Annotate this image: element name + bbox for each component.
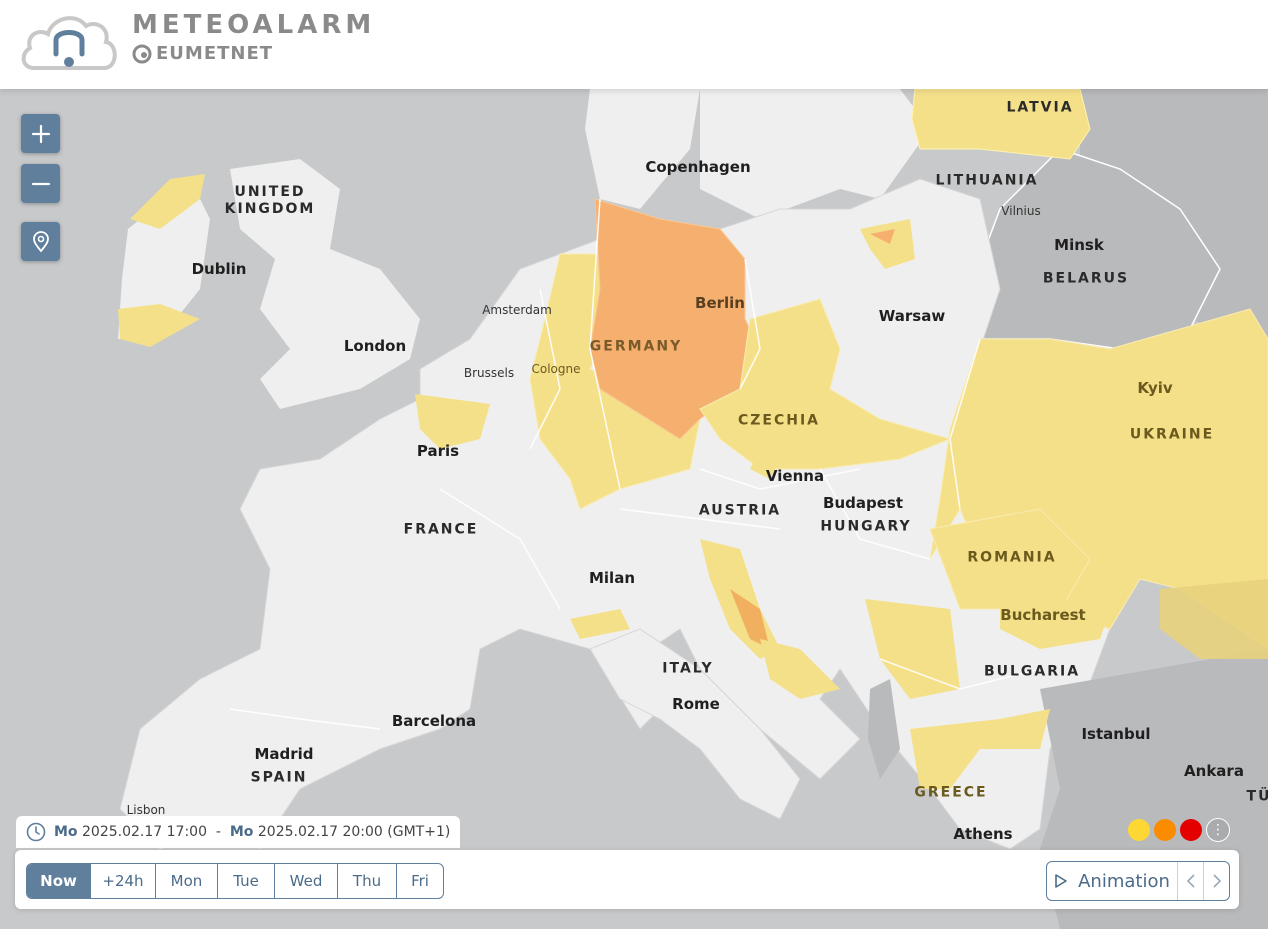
sub-brand-text: EUMETNET	[156, 43, 274, 64]
label-cologne: Cologne	[531, 362, 581, 376]
label-warsaw: Warsaw	[878, 307, 946, 325]
day-tabs: Now +24h Mon Tue Wed Thu Fri	[26, 863, 444, 899]
label-czechia: CZECHIA	[737, 412, 821, 429]
site-header: METEOALARM EUMETNET	[0, 0, 1268, 89]
label-kyiv: Kyiv	[1137, 379, 1173, 397]
label-austria: AUSTRIA	[698, 502, 782, 519]
label-berlin: Berlin	[695, 294, 745, 312]
label-latvia: LATVIA	[1006, 99, 1074, 116]
label-united-kingdom: UNITED KINGDOM	[224, 184, 316, 217]
label-lisbon: Lisbon	[126, 803, 166, 817]
zoom-out-button[interactable]	[21, 164, 60, 203]
label-lithuania: LITHUANIA	[935, 172, 1039, 189]
legend-red-dot[interactable]	[1180, 819, 1202, 841]
label-athens: Athens	[953, 825, 1013, 843]
map-canvas[interactable]	[0, 89, 1268, 929]
warning-legend: ⋮	[1128, 818, 1230, 842]
play-icon	[1055, 874, 1067, 888]
zoom-in-button[interactable]	[21, 114, 60, 153]
label-bucharest: Bucharest	[1000, 606, 1086, 624]
tab-now[interactable]: Now	[27, 864, 91, 898]
more-options-icon[interactable]: ⋮	[1206, 818, 1230, 842]
tab-fri[interactable]: Fri	[397, 864, 443, 898]
label-belarus: BELARUS	[1042, 270, 1130, 287]
end-day: Mo	[229, 824, 254, 840]
tab-tue[interactable]: Tue	[218, 864, 275, 898]
label-dublin: Dublin	[191, 260, 247, 278]
legend-yellow-dot[interactable]	[1128, 819, 1150, 841]
tab-wed[interactable]: Wed	[275, 864, 338, 898]
tab-mon[interactable]: Mon	[156, 864, 218, 898]
time-range-text: Mo 2025.02.17 17:00 - Mo 2025.02.17 20:0…	[54, 824, 450, 840]
warning-map[interactable]: LATVIA Copenhagen LITHUANIA Vilnius UNIT…	[0, 89, 1268, 929]
label-vilnius: Vilnius	[1001, 204, 1041, 218]
legend-orange-dot[interactable]	[1154, 819, 1176, 841]
label-hungary: HUNGARY	[820, 518, 912, 535]
label-ankara: Ankara	[1184, 762, 1244, 780]
animation-button[interactable]: Animation	[1047, 862, 1178, 900]
label-barcelona: Barcelona	[391, 712, 477, 730]
end-time: 2025.02.17 20:00 (GMT+1)	[257, 824, 451, 840]
label-istanbul: Istanbul	[1081, 725, 1151, 743]
label-greece: GREECE	[914, 784, 988, 801]
label-copenhagen: Copenhagen	[645, 158, 751, 176]
locate-button[interactable]	[21, 222, 60, 261]
tab-thu[interactable]: Thu	[338, 864, 397, 898]
next-step-button[interactable]	[1204, 862, 1229, 900]
label-ukraine: UKRAINE	[1129, 426, 1215, 443]
start-day: Mo	[54, 824, 78, 840]
tab-plus-24h[interactable]: +24h	[91, 864, 156, 898]
label-budapest: Budapest	[823, 494, 903, 512]
label-spain: SPAIN	[250, 769, 308, 786]
eumetnet-swirl-icon	[132, 44, 152, 63]
chevron-left-icon	[1186, 874, 1195, 888]
brand-name[interactable]: METEOALARM	[132, 10, 375, 40]
location-pin-icon	[32, 230, 49, 252]
label-bulgaria: BULGARIA	[983, 663, 1081, 680]
label-paris: Paris	[416, 442, 460, 460]
minus-icon	[31, 182, 50, 185]
label-london: London	[343, 337, 407, 355]
label-amsterdam: Amsterdam	[482, 303, 552, 317]
label-turkey: TÜ	[1246, 788, 1268, 805]
animation-label: Animation	[1078, 870, 1170, 892]
time-separator: -	[215, 824, 221, 840]
label-milan: Milan	[588, 569, 636, 587]
previous-step-button[interactable]	[1178, 862, 1204, 900]
animation-controls: Animation	[1046, 861, 1230, 901]
label-romania: ROMANIA	[967, 549, 1057, 566]
label-rome: Rome	[672, 695, 720, 713]
plus-icon	[31, 124, 50, 143]
label-vienna: Vienna	[765, 467, 825, 485]
label-brussels: Brussels	[463, 366, 515, 380]
sub-brand: EUMETNET	[132, 43, 273, 64]
label-minsk: Minsk	[1054, 236, 1104, 254]
label-germany: GERMANY	[589, 338, 683, 355]
time-range: Mo 2025.02.17 17:00 - Mo 2025.02.17 20:0…	[16, 816, 461, 848]
timeline-bar: Now +24h Mon Tue Wed Thu Fri Animation	[15, 850, 1239, 909]
label-france: FRANCE	[403, 521, 479, 538]
label-italy: ITALY	[662, 660, 714, 677]
chevron-right-icon	[1212, 874, 1221, 888]
clock-icon	[26, 822, 46, 842]
start-time: 2025.02.17 17:00	[82, 824, 207, 840]
bell-cloud-icon[interactable]	[20, 10, 118, 72]
label-madrid: Madrid	[254, 745, 314, 763]
